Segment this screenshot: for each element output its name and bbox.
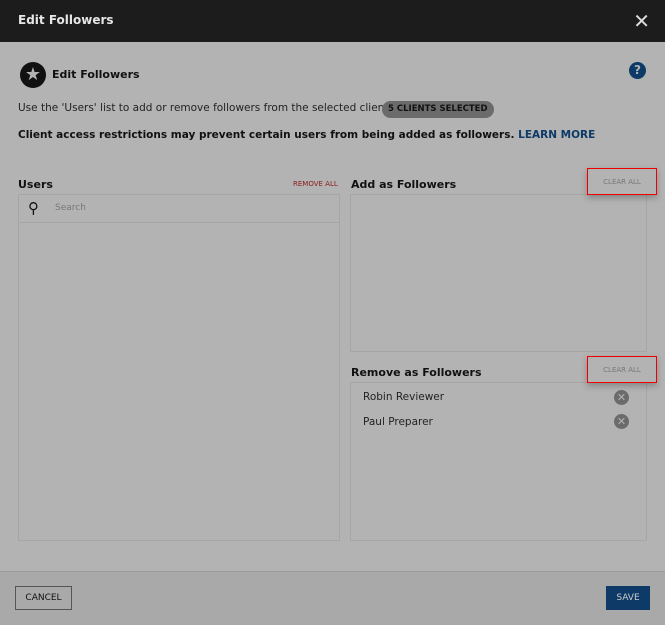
star-icon: ★ xyxy=(20,62,46,88)
description: Use the 'Users' list to add or remove fo… xyxy=(18,102,406,114)
remove-followers-list xyxy=(350,382,647,541)
cancel-button[interactable]: CANCEL xyxy=(15,586,72,610)
save-button[interactable]: SAVE xyxy=(606,586,650,610)
help-icon[interactable]: ? xyxy=(629,62,646,79)
close-icon[interactable]: ✕ xyxy=(633,9,650,33)
section-title: Edit Followers xyxy=(52,68,140,81)
learn-more-link[interactable]: LEARN MORE xyxy=(518,129,595,141)
warning-text: Client access restrictions may prevent c… xyxy=(18,129,595,141)
add-followers-label: Add as Followers xyxy=(351,178,457,191)
search-icon: ⚲ xyxy=(28,199,39,217)
remove-item-icon[interactable]: ✕ xyxy=(614,390,629,405)
search-input[interactable]: ⚲ Search xyxy=(19,195,339,223)
clients-selected-badge: 5 CLIENTS SELECTED xyxy=(382,101,494,118)
dialog-footer xyxy=(0,571,665,625)
remove-clear-all-button[interactable]: CLEAR ALL xyxy=(587,356,657,383)
users-label: Users xyxy=(18,178,53,191)
warning-message: Client access restrictions may prevent c… xyxy=(18,129,515,141)
add-followers-list xyxy=(350,194,647,352)
search-placeholder: Search xyxy=(55,203,86,213)
users-list xyxy=(18,194,340,541)
dialog-title: Edit Followers xyxy=(18,13,114,27)
remove-item-icon[interactable]: ✕ xyxy=(614,414,629,429)
list-item: Robin Reviewer xyxy=(363,391,445,403)
add-clear-all-button[interactable]: CLEAR ALL xyxy=(587,168,657,195)
list-item: Paul Preparer xyxy=(363,416,433,428)
dialog-header: Edit Followers ✕ xyxy=(0,0,665,42)
remove-followers-label: Remove as Followers xyxy=(351,366,482,379)
remove-all-button[interactable]: REMOVE ALL xyxy=(293,180,338,188)
